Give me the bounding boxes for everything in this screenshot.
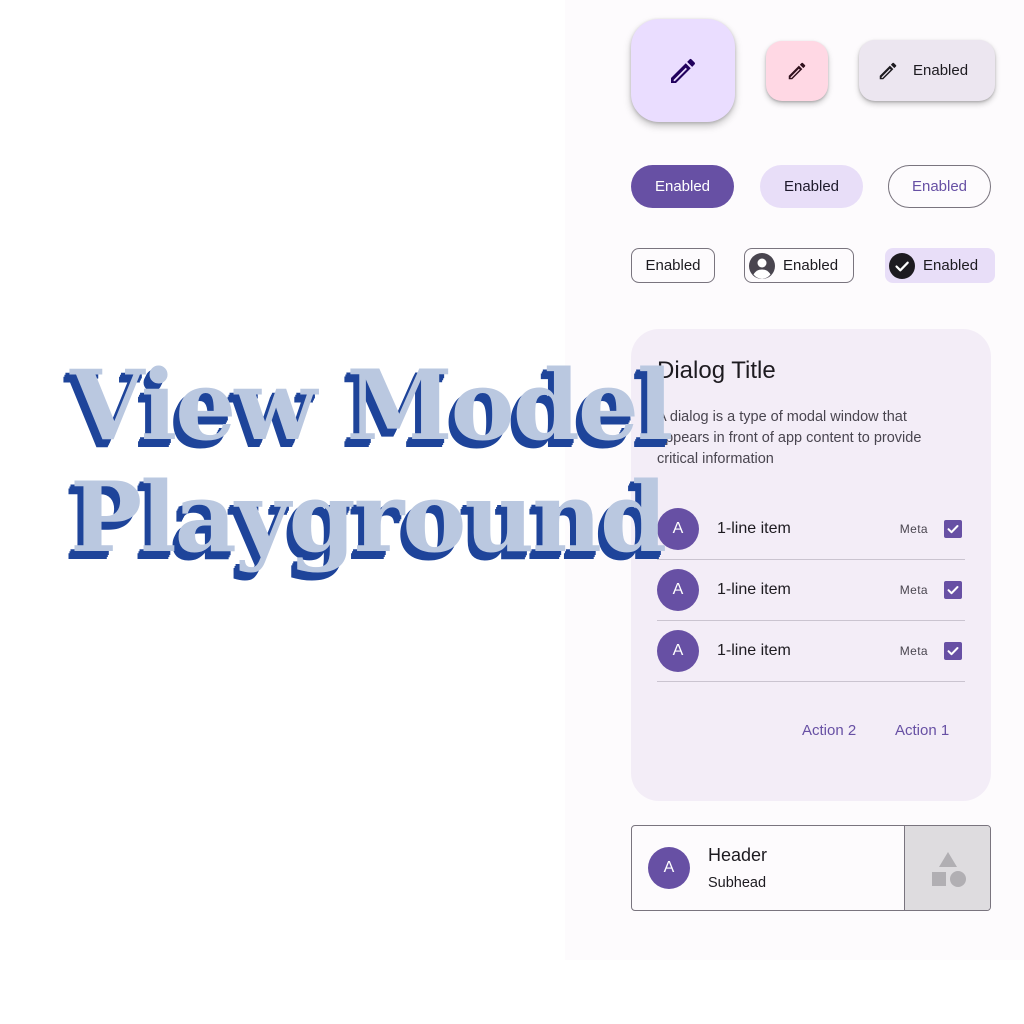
dialog: Dialog Title A dialog is a type of modal… — [631, 329, 991, 801]
checkbox[interactable] — [944, 581, 962, 599]
extended-fab-label: Enabled — [913, 62, 969, 79]
card-subhead: Subhead — [708, 875, 767, 891]
check-circle-icon — [889, 252, 915, 279]
checkbox[interactable] — [944, 642, 962, 660]
shapes-icon — [926, 846, 970, 890]
outlined-button[interactable]: Enabled — [888, 165, 991, 208]
edit-icon — [877, 60, 899, 82]
list-item-label: 1-line item — [717, 581, 791, 598]
list-item[interactable]: A 1-line item Meta — [657, 499, 965, 560]
list-item[interactable]: A 1-line item Meta — [657, 560, 965, 621]
avatar: A — [657, 508, 699, 550]
list-item-meta: Meta — [899, 644, 928, 658]
checkbox[interactable] — [944, 520, 962, 538]
small-fab[interactable] — [766, 41, 828, 101]
check-icon — [947, 647, 959, 656]
extended-fab[interactable]: Enabled — [859, 40, 995, 101]
check-icon — [947, 525, 959, 534]
action-1-button[interactable]: Action 1 — [895, 722, 949, 739]
media-placeholder — [904, 826, 990, 910]
card[interactable]: A Header Subhead — [631, 825, 991, 911]
filter-chip[interactable]: Enabled — [885, 248, 995, 283]
filled-button[interactable]: Enabled — [631, 165, 734, 208]
edit-icon — [667, 55, 699, 87]
list-item-meta: Meta — [899, 583, 928, 597]
check-icon — [947, 586, 959, 595]
edit-icon — [786, 60, 808, 82]
avatar: A — [657, 630, 699, 672]
dialog-title: Dialog Title — [657, 357, 776, 384]
list-item[interactable]: A 1-line item Meta — [657, 621, 965, 682]
card-header: Header — [708, 845, 768, 865]
list-item-label: 1-line item — [717, 520, 791, 537]
assist-chip-label: Enabled — [645, 257, 701, 274]
assist-chip[interactable]: Enabled — [631, 248, 715, 283]
list-item-meta: Meta — [899, 522, 928, 536]
filter-chip-label: Enabled — [923, 257, 979, 274]
large-fab[interactable] — [631, 19, 735, 122]
avatar: A — [648, 847, 690, 889]
avatar: A — [657, 569, 699, 611]
person-avatar-icon — [749, 252, 775, 279]
dialog-body: A dialog is a type of modal window that … — [657, 409, 922, 467]
action-2-button[interactable]: Action 2 — [802, 722, 856, 739]
tonal-button[interactable]: Enabled — [760, 165, 863, 208]
input-chip-label: Enabled — [783, 257, 839, 274]
input-chip[interactable]: Enabled — [744, 248, 854, 283]
list-item-label: 1-line item — [717, 642, 791, 659]
